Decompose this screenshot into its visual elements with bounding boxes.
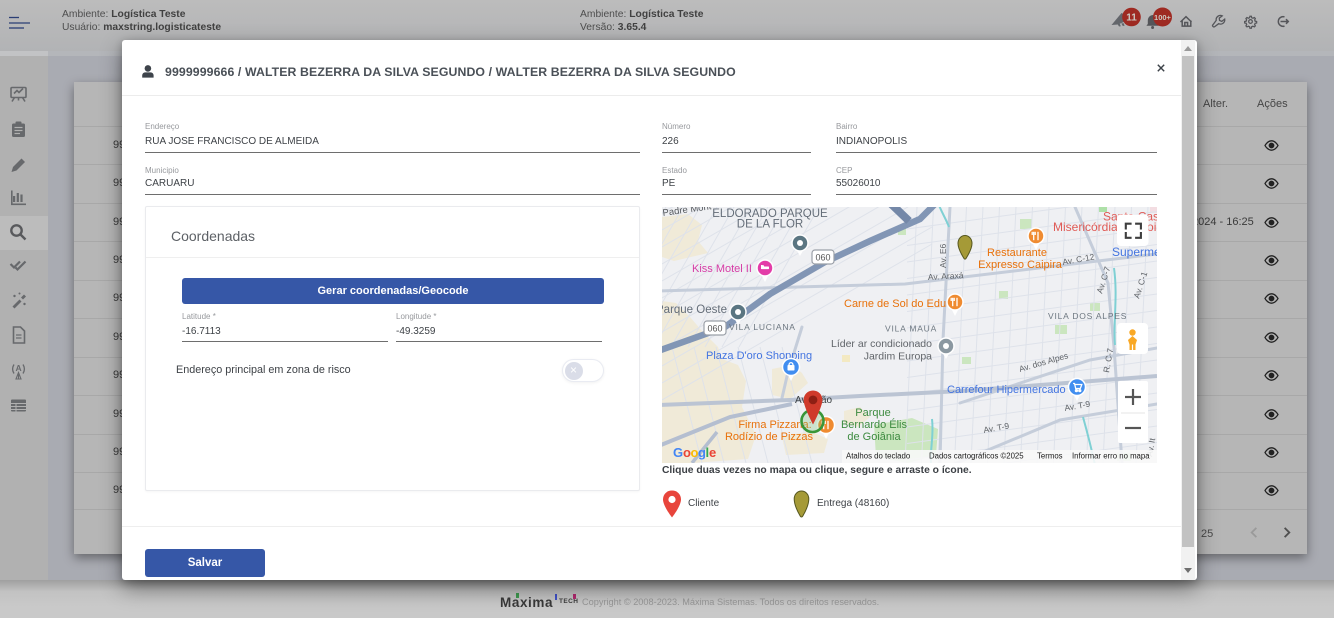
svg-text:Av. E6: Av. E6 xyxy=(938,243,948,268)
svg-text:Dados cartográficos ©2025: Dados cartográficos ©2025 xyxy=(929,452,1024,461)
svg-text:Atalhos do teclado: Atalhos do teclado xyxy=(846,452,911,461)
svg-text:060: 060 xyxy=(815,253,830,263)
svg-text:Líder ar condicionado: Líder ar condicionado xyxy=(831,338,932,350)
svg-text:11: 11 xyxy=(1126,13,1137,24)
svg-text:Bernardo Élis: Bernardo Élis xyxy=(841,418,908,431)
svg-text:ão: ão xyxy=(821,395,833,406)
svg-text:Carrefour Hipermercado: Carrefour Hipermercado xyxy=(947,384,1066,396)
svg-text:Kiss Motel II: Kiss Motel II xyxy=(692,263,752,275)
svg-text:Av. Araxá: Av. Araxá xyxy=(928,270,964,282)
svg-text:Jardim Europa: Jardim Europa xyxy=(864,351,932,363)
svg-text:e: e xyxy=(709,445,716,460)
svg-text:Carne de Sol do Edu: Carne de Sol do Edu xyxy=(844,298,946,310)
svg-text:Supermerca: Supermerca xyxy=(1112,245,1157,259)
svg-text:DE LA FLOR: DE LA FLOR xyxy=(737,219,803,231)
svg-text:Termos: Termos xyxy=(1037,452,1063,461)
svg-text:G: G xyxy=(673,445,683,460)
svg-text:Rodízio de Pizzas: Rodízio de Pizzas xyxy=(725,431,814,443)
svg-text:de Goiânia: de Goiânia xyxy=(847,431,901,443)
svg-text:Parque Oeste: Parque Oeste xyxy=(662,304,727,316)
svg-text:VILA LUCIANA: VILA LUCIANA xyxy=(729,322,796,332)
svg-text:Restaurante: Restaurante xyxy=(987,247,1047,259)
svg-text:VILA DOS ALPES: VILA DOS ALPES xyxy=(1048,311,1127,321)
svg-text:Informar erro no mapa: Informar erro no mapa xyxy=(1072,452,1150,461)
svg-text:VILA MAUA: VILA MAUA xyxy=(885,324,937,334)
svg-text:Expresso Caipira: Expresso Caipira xyxy=(978,259,1063,271)
svg-text:100+: 100+ xyxy=(1154,13,1172,22)
svg-text:060: 060 xyxy=(707,324,722,334)
svg-text:Parque: Parque xyxy=(855,407,890,419)
